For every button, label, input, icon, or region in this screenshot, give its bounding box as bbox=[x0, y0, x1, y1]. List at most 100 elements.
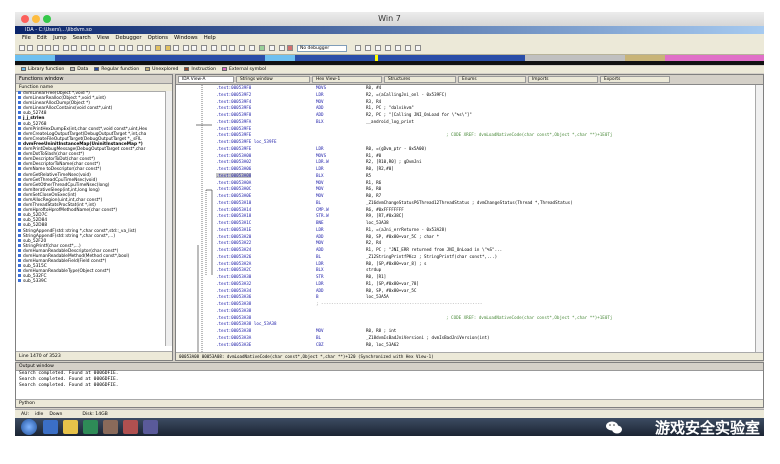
menu-options[interactable]: Options bbox=[145, 34, 171, 43]
run-icon[interactable] bbox=[259, 45, 265, 51]
code-line[interactable]: .text:000539F8 ADD R2, PC ; "[Calling JNI_… bbox=[216, 112, 472, 117]
code-line[interactable]: .text:00053A2A LDR R0, [SP,#0x80+var_8] ; … bbox=[216, 261, 427, 266]
enums-icon[interactable] bbox=[211, 45, 217, 51]
code-line[interactable]: .text:00053A06 LDR R0, [R2,#0] bbox=[216, 166, 394, 171]
hex-view-icon[interactable] bbox=[155, 45, 161, 51]
code-line[interactable]: .text:00053A0C MOV R6, R0 bbox=[216, 186, 381, 191]
code-icon[interactable] bbox=[89, 45, 95, 51]
tab-enums[interactable]: Enums bbox=[458, 76, 526, 83]
segments-icon[interactable] bbox=[191, 45, 197, 51]
code-line[interactable]: .text:00053A38 ; ------------------------… bbox=[216, 301, 482, 306]
code-line[interactable]: .text:000539FE bbox=[216, 126, 251, 131]
ie-icon[interactable] bbox=[43, 420, 58, 434]
code-line[interactable]: .text:00053A0E MOV R0, R7 bbox=[216, 193, 381, 198]
menu-debugger[interactable]: Debugger bbox=[112, 34, 144, 43]
search-icon[interactable] bbox=[63, 45, 69, 51]
menu-file[interactable]: File bbox=[19, 34, 34, 43]
tab-structures[interactable]: Structures bbox=[384, 76, 456, 83]
code-line[interactable]: .text:00053A30 STR R0, [R1] bbox=[216, 274, 386, 279]
code-line[interactable]: .text:00053A14 CMP.W R6, #0xFFFFFFFF bbox=[216, 207, 404, 212]
xref-icon[interactable] bbox=[137, 45, 143, 51]
jump-icon[interactable] bbox=[53, 45, 59, 51]
code-line[interactable]: .text:00053A3E CBZ R0, loc_53A62 bbox=[216, 342, 399, 347]
tab-ida-view-a[interactable]: IDA View-A bbox=[178, 76, 234, 83]
debug-step-1-icon[interactable] bbox=[365, 45, 371, 51]
debug-step-2-icon[interactable] bbox=[375, 45, 381, 51]
menu-jump[interactable]: Jump bbox=[50, 34, 69, 43]
media-player-icon[interactable] bbox=[83, 420, 98, 434]
script-icon[interactable] bbox=[239, 45, 245, 51]
back-icon[interactable] bbox=[37, 45, 43, 51]
search-hex-icon[interactable] bbox=[81, 45, 87, 51]
code-line[interactable]: .text:000539F0 MOVS R0, #4 bbox=[216, 85, 381, 90]
code-line[interactable]: .text:000539F2 LDR R2, =(aCallingJni_onl -… bbox=[216, 92, 447, 97]
start-button[interactable] bbox=[21, 419, 37, 435]
code-line[interactable]: .text:00053A10 BL _Z16dvmChangeStatusP6Thr… bbox=[216, 200, 573, 205]
debug-step-6-icon[interactable] bbox=[415, 45, 421, 51]
data-icon[interactable] bbox=[99, 45, 105, 51]
code-line[interactable]: .text:00053A20 ADD R0, SP, #0x80+var_5C ; … bbox=[216, 234, 439, 239]
code-scrollbar[interactable] bbox=[755, 85, 763, 353]
debug-step-5-icon[interactable] bbox=[405, 45, 411, 51]
code-line[interactable]: .text:00053A18 STR.W R9, [R7,#0x38C] bbox=[216, 213, 404, 218]
disassembly-listing[interactable]: .text:000539F0 MOVS R0, #4 .text:000539F2 LD… bbox=[176, 85, 756, 353]
code-line[interactable]: .text:000539F4 MOV R3, R4 bbox=[216, 99, 381, 104]
step-icon[interactable] bbox=[287, 45, 293, 51]
debugger-select[interactable]: No debugger bbox=[297, 45, 347, 52]
code-line[interactable]: .text:00053A38 loc_53A38 bbox=[216, 321, 277, 326]
code-line[interactable]: .text:000539FE LDR R0, =(gDvm_ptr - 0x5A00… bbox=[216, 146, 427, 151]
strings-icon[interactable] bbox=[183, 45, 189, 51]
menu-search[interactable]: Search bbox=[70, 34, 94, 43]
comment-icon[interactable] bbox=[127, 45, 133, 51]
menu-help[interactable]: Help bbox=[201, 34, 219, 43]
debug-icon[interactable] bbox=[249, 45, 255, 51]
code-line[interactable]: .text:00053A38 MOV R0, R8 ; int bbox=[216, 328, 396, 333]
imports-icon[interactable] bbox=[221, 45, 227, 51]
code-line[interactable]: .text:00053A32 LDR R1, [SP,#0x80+var_78] bbox=[216, 281, 419, 286]
code-line[interactable]: .text:00053A08 BLX R5 bbox=[216, 172, 371, 178]
undefine-icon[interactable] bbox=[109, 45, 115, 51]
code-line[interactable]: .text:00053A0A MOV R1, R6 bbox=[216, 180, 381, 185]
code-line[interactable]: .text:00053A02 LDR.W R2, [R10,R0] ; gDvmJn… bbox=[216, 159, 421, 164]
forward-icon[interactable] bbox=[45, 45, 51, 51]
stop-icon[interactable] bbox=[279, 45, 285, 51]
tab-hex-view-1[interactable]: Hex View-1 bbox=[312, 76, 382, 83]
code-line[interactable]: .text:000539FE ; CODE XREF: dvmLoadNative… bbox=[216, 132, 612, 137]
exports-icon[interactable] bbox=[229, 45, 235, 51]
code-line[interactable]: .text:00053A34 ADD R0, SP, #0x80+var_5C bbox=[216, 288, 416, 293]
python-input[interactable]: Python bbox=[16, 399, 763, 407]
tab-exports[interactable]: Exports bbox=[600, 76, 670, 83]
code-line[interactable]: .text:000539FE loc_539FE bbox=[216, 139, 277, 144]
pause-icon[interactable] bbox=[269, 45, 275, 51]
open-icon[interactable] bbox=[19, 45, 25, 51]
save-icon[interactable] bbox=[27, 45, 33, 51]
code-line[interactable]: .text:00053A38 ; CODE XREF: dvmLoadNative… bbox=[216, 315, 612, 320]
graph-icon[interactable] bbox=[145, 45, 151, 51]
code-line[interactable]: .text:00053A26 BL _Z12StringPrintfPKcz ; S… bbox=[216, 254, 497, 259]
rename-icon[interactable] bbox=[119, 45, 125, 51]
functions-scrollbar[interactable] bbox=[165, 91, 172, 346]
code-line[interactable]: .text:00053A38 bbox=[216, 308, 251, 313]
code-line[interactable]: .text:00053A24 ADD R1, PC ; "JNI_ERR retur… bbox=[216, 247, 502, 252]
menu-edit[interactable]: Edit bbox=[34, 34, 50, 43]
names-icon[interactable] bbox=[173, 45, 179, 51]
debug-step-3-icon[interactable] bbox=[385, 45, 391, 51]
code-line[interactable]: .text:00053A3A BL _Z18dvmIsBadJniVersioni … bbox=[216, 335, 490, 340]
functions-icon[interactable] bbox=[165, 45, 171, 51]
code-line[interactable]: .text:00053A00 MOVS R1, #0 bbox=[216, 153, 381, 158]
app-icon[interactable] bbox=[123, 420, 138, 434]
code-line[interactable]: .text:00053A36 Bloc_53A5A bbox=[216, 294, 389, 299]
debug-step-4-icon[interactable] bbox=[395, 45, 401, 51]
function-list-item[interactable]: sub_5339C bbox=[16, 279, 166, 284]
menu-view[interactable]: View bbox=[94, 34, 113, 43]
ida-taskbar-icon[interactable] bbox=[143, 420, 158, 434]
tab-strings-window[interactable]: Strings window bbox=[236, 76, 310, 83]
menu-windows[interactable]: Windows bbox=[171, 34, 201, 43]
code-line[interactable]: .text:00053A1E LDR R1, =(aJni_errReturne -… bbox=[216, 227, 447, 232]
app-icon[interactable] bbox=[103, 420, 118, 434]
debug-step-0-icon[interactable] bbox=[355, 45, 361, 51]
explorer-icon[interactable] bbox=[63, 420, 78, 434]
search-text-icon[interactable] bbox=[71, 45, 77, 51]
code-line[interactable]: .text:00053A22 MOV R2, R4 bbox=[216, 240, 381, 245]
code-line[interactable]: .text:00053A2C BLX strdup bbox=[216, 267, 381, 272]
